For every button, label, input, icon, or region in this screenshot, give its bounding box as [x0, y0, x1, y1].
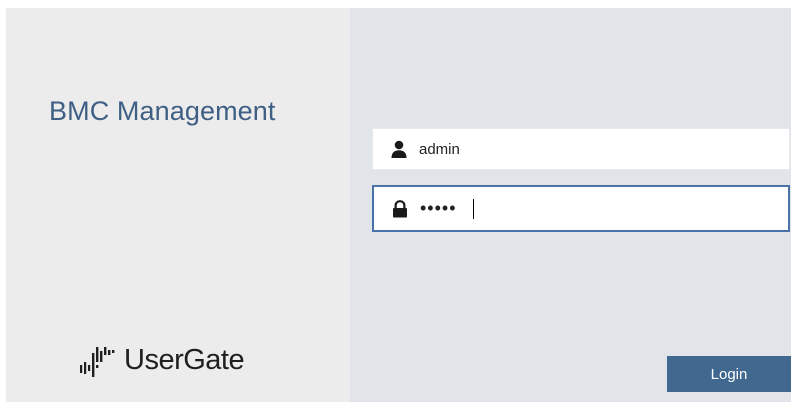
app-title: BMC Management: [49, 96, 276, 126]
lock-icon: [390, 199, 410, 219]
username-input[interactable]: [419, 134, 759, 164]
login-button[interactable]: Login: [667, 356, 791, 392]
password-field[interactable]: [372, 185, 790, 232]
login-window: BMC Management UserGate admin ••••• Logi…: [6, 8, 791, 402]
login-panel: Login: [350, 8, 791, 402]
user-icon: [389, 139, 409, 159]
password-input[interactable]: [420, 193, 760, 224]
brand-name: UserGate: [124, 344, 245, 376]
text-cursor: [473, 199, 474, 219]
branding-panel: BMC Management UserGate: [6, 8, 350, 402]
usergate-bars-icon: [80, 347, 115, 377]
username-field[interactable]: [372, 128, 790, 170]
usergate-logo: UserGate: [76, 340, 245, 380]
